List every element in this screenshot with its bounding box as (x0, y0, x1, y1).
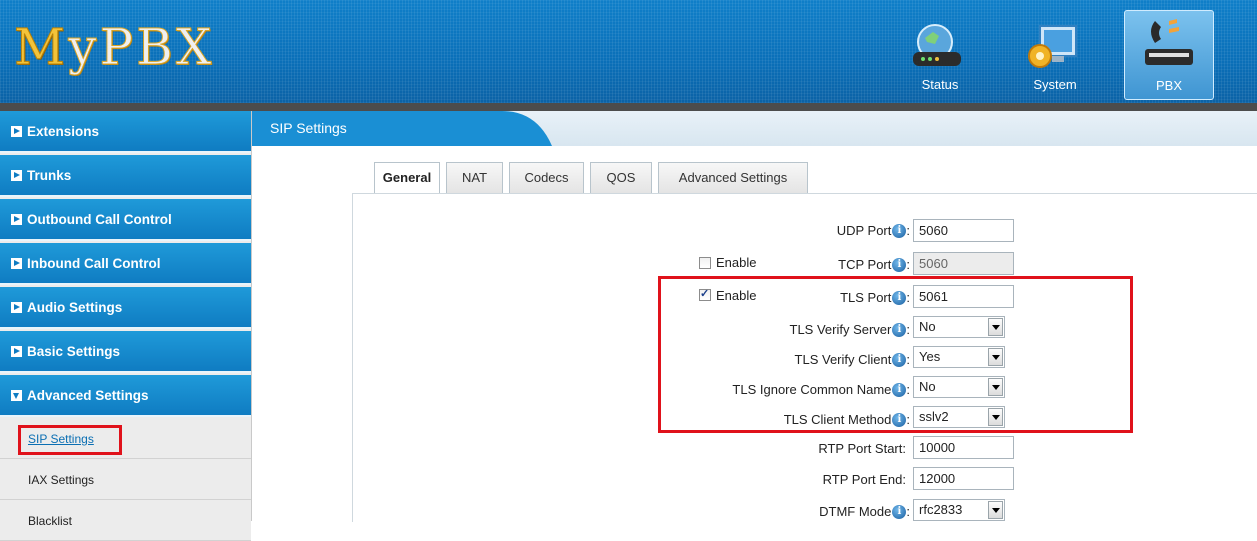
status-button[interactable]: Status (897, 12, 983, 98)
info-icon[interactable]: i (892, 258, 907, 272)
highlight-sip-settings (18, 425, 122, 455)
dtmf-mode-label: DTMF Mode i: (819, 504, 910, 519)
udp-port-label: UDP Port i: (836, 223, 910, 238)
pbx-button[interactable]: PBX (1124, 10, 1214, 100)
triangle-right-icon (11, 258, 22, 269)
system-monitor-gear-icon (1028, 25, 1077, 68)
triangle-down-icon (11, 390, 22, 401)
tab-codecs[interactable]: Codecs (509, 162, 584, 193)
tab-advanced-settings[interactable]: Advanced Settings (658, 162, 808, 193)
tcp-enable-label: Enable (716, 255, 757, 270)
pbx-phone-icon (1145, 19, 1193, 65)
rtp-port-start-input[interactable]: 10000 (913, 436, 1014, 459)
header-divider (0, 103, 1257, 111)
triangle-right-icon (11, 346, 22, 357)
sidebar: Extensions Trunks Outbound Call Control … (0, 111, 252, 541)
tab-nat[interactable]: NAT (446, 162, 503, 193)
status-label: Status (921, 77, 959, 92)
page-title-tab: SIP Settings (252, 111, 552, 146)
chevron-down-icon[interactable] (988, 501, 1003, 519)
highlight-tls-settings (658, 276, 1133, 433)
sidebar-subitem-iax-settings[interactable]: IAX Settings (0, 460, 251, 500)
info-icon[interactable]: i (892, 224, 907, 238)
tab-qos[interactable]: QOS (590, 162, 652, 193)
mypbx-logo: MyPBX (13, 18, 215, 77)
sidebar-subitem-blacklist[interactable]: Blacklist (0, 501, 251, 541)
tcp-enable-checkbox[interactable] (699, 257, 711, 269)
rtp-port-end-label: RTP Port End: (822, 472, 906, 487)
triangle-right-icon (11, 214, 22, 225)
sidebar-item-trunks[interactable]: Trunks (0, 155, 251, 197)
sidebar-item-extensions[interactable]: Extensions (0, 111, 251, 153)
status-router-icon (913, 24, 961, 66)
rtp-port-end-input[interactable]: 12000 (913, 467, 1014, 490)
rtp-port-start-label: RTP Port Start: (818, 441, 906, 456)
pbx-label: PBX (1155, 78, 1182, 93)
triangle-right-icon (11, 126, 22, 137)
page-title: SIP Settings (270, 120, 347, 136)
sidebar-item-audio-settings[interactable]: Audio Settings (0, 287, 251, 329)
tcp-port-input: 5060 (913, 252, 1014, 275)
info-icon[interactable]: i (892, 505, 907, 519)
sidebar-item-outbound-call-control[interactable]: Outbound Call Control (0, 199, 251, 241)
udp-port-input[interactable]: 5060 (913, 219, 1014, 242)
triangle-right-icon (11, 170, 22, 181)
tab-general[interactable]: General (374, 162, 440, 194)
system-label: System (1033, 77, 1077, 92)
sidebar-item-advanced-settings[interactable]: Advanced Settings (0, 375, 251, 417)
dtmf-mode-select[interactable]: rfc2833 (913, 499, 1005, 521)
triangle-right-icon (11, 302, 22, 313)
system-button[interactable]: System (1012, 12, 1098, 98)
tcp-port-label: TCP Port i: (838, 257, 910, 272)
sidebar-item-inbound-call-control[interactable]: Inbound Call Control (0, 243, 251, 285)
sidebar-item-basic-settings[interactable]: Basic Settings (0, 331, 251, 373)
top-header: MyPBX Status System PBX (0, 0, 1257, 103)
